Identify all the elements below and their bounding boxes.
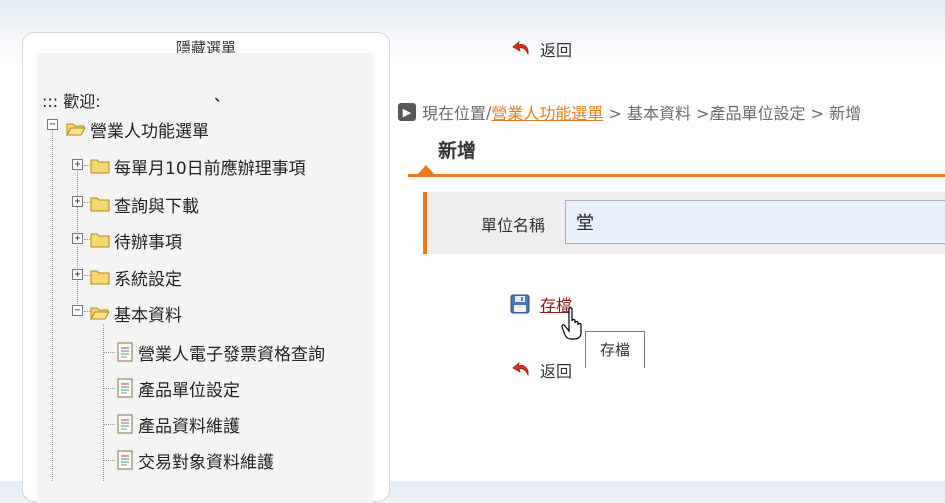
back-link-label: 返回: [540, 362, 573, 381]
welcome-text: ::: 歡迎: 、: [42, 86, 230, 112]
expand-toggle[interactable]: +: [72, 269, 83, 280]
welcome-label: ::: 歡迎:: [42, 92, 101, 111]
breadcrumb-link-menu[interactable]: 營業人功能選單: [491, 100, 603, 124]
document-icon: [117, 414, 133, 434]
tree-node-label: 系統設定: [114, 269, 182, 290]
tree-node-einvoice-query[interactable]: 營業人電子發票資格查詢: [116, 341, 325, 365]
document-icon: [117, 450, 133, 470]
tree-node-root[interactable]: 營業人功能選單: [66, 118, 209, 142]
unit-name-input[interactable]: [565, 200, 945, 244]
title-notch: [418, 165, 434, 174]
breadcrumb-rest: > 基本資料 >產品單位設定 > 新增: [603, 104, 862, 123]
back-link-bottom[interactable]: 返回: [512, 358, 572, 382]
folder-open-icon: [66, 123, 86, 137]
page-title: 新增: [438, 140, 477, 162]
unit-name-label: 單位名稱: [481, 216, 546, 235]
tree-line: [103, 352, 115, 353]
expand-toggle[interactable]: +: [72, 196, 83, 207]
tree-node-query-download[interactable]: 查詢與下載: [90, 193, 199, 217]
form-row-unit-name: 單位名稱: [423, 192, 945, 254]
tree-line: [103, 324, 104, 481]
tree-node-product-unit[interactable]: 產品單位設定: [116, 377, 240, 401]
document-icon: [117, 342, 133, 362]
tree-node-label: 產品單位設定: [138, 380, 240, 401]
tree-node-label: 每單月10日前應辦理事項: [114, 158, 306, 179]
back-arrow-icon: [512, 40, 529, 56]
tree-node-label: 基本資料: [114, 305, 182, 326]
tree-node-monthly-tasks[interactable]: 每單月10日前應辦理事項: [90, 155, 306, 179]
tree-node-label: 待辦事項: [114, 232, 182, 253]
folder-icon: [90, 233, 110, 248]
tree-node-system-settings[interactable]: 系統設定: [90, 266, 182, 290]
back-link-label: 返回: [540, 41, 573, 60]
tree-node-label: 查詢與下載: [114, 196, 199, 217]
tree-node-label: 產品資料維護: [138, 416, 240, 437]
folder-icon: [90, 159, 110, 174]
tree-node-todo[interactable]: 待辦事項: [90, 229, 182, 253]
tree-line: [103, 424, 115, 425]
tree-line: [103, 460, 115, 461]
tree-node-trading-partner[interactable]: 交易對象資料維護: [116, 449, 274, 473]
collapse-toggle[interactable]: −: [47, 119, 58, 130]
floppy-disk-icon: [510, 294, 530, 314]
tree-node-label: 營業人電子發票資格查詢: [138, 344, 325, 365]
arrow-right-box-icon: ▶: [398, 103, 416, 121]
folder-icon: [90, 270, 110, 285]
document-icon: [117, 378, 133, 398]
folder-icon: [90, 197, 110, 212]
back-arrow-icon: [512, 361, 529, 377]
collapse-toggle[interactable]: −: [72, 305, 83, 316]
tree-node-label: 營業人功能選單: [90, 121, 209, 142]
tree-node-basic-data[interactable]: 基本資料: [90, 302, 182, 326]
hand-cursor-icon: [561, 307, 582, 340]
folder-open-icon: [90, 307, 110, 321]
welcome-mark: 、: [214, 86, 231, 105]
breadcrumb: ▶ 現在位置 / 營業人功能選單 > 基本資料 >產品單位設定 > 新增: [398, 100, 861, 124]
tree-node-product-data[interactable]: 產品資料維護: [116, 413, 240, 437]
tree-node-label: 交易對象資料維護: [138, 452, 274, 473]
save-tooltip: 存檔: [585, 331, 645, 368]
expand-toggle[interactable]: +: [72, 233, 83, 244]
breadcrumb-prefix: 現在位置: [422, 104, 487, 123]
title-divider: [408, 174, 945, 177]
tree-line: [103, 388, 115, 389]
back-link-top[interactable]: 返回: [512, 37, 572, 61]
expand-toggle[interactable]: +: [72, 159, 83, 170]
tree-line: [52, 124, 53, 481]
